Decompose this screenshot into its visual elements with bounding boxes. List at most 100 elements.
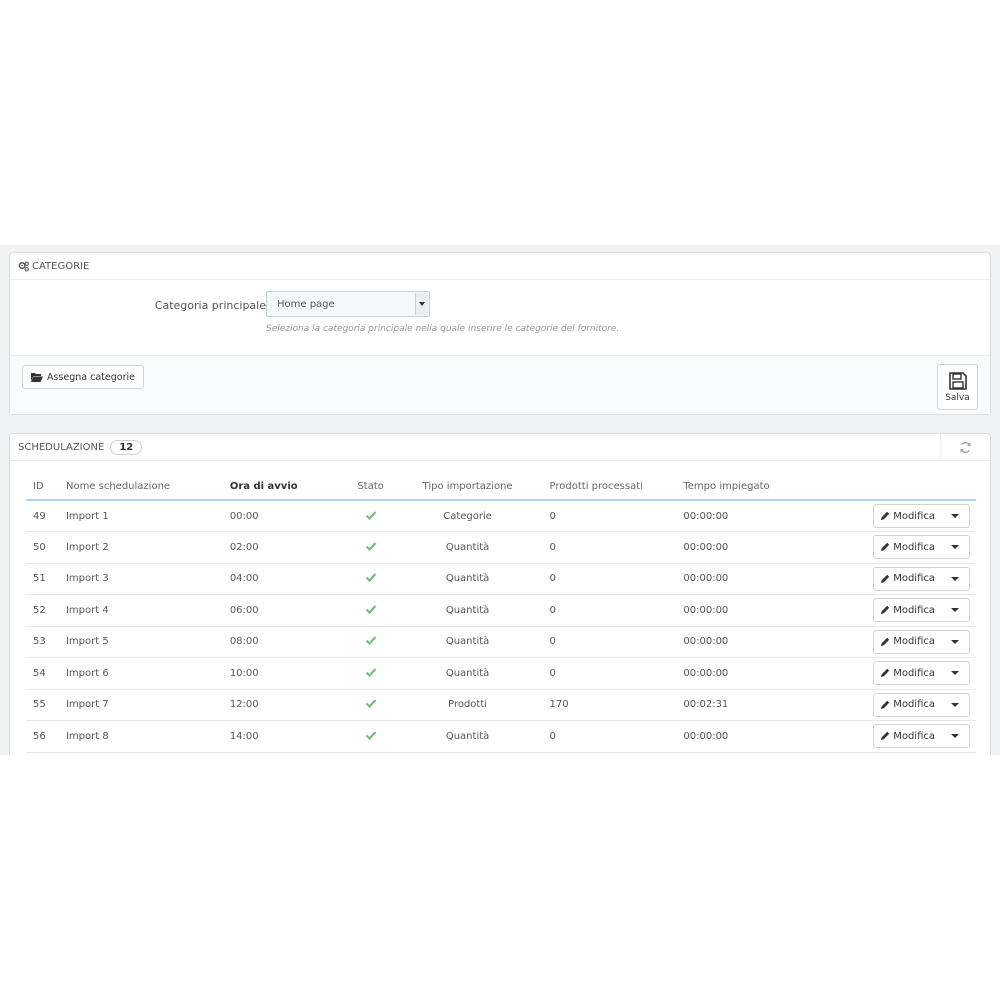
main-category-label: Categoria principale — [154, 299, 266, 312]
edit-dropdown-toggle[interactable] — [941, 568, 969, 590]
edit-button-group: Modifica — [873, 629, 970, 654]
check-icon[interactable] — [365, 666, 377, 678]
row-start-time: 00:00 — [229, 500, 340, 532]
row-processed: 0 — [533, 626, 684, 658]
categories-panel-title: CATEGORIE — [32, 260, 90, 272]
table-row[interactable]: 49 Import 1 00:00 Categorie 0 00:00:00 M… — [26, 500, 976, 532]
row-processed: 0 — [533, 563, 684, 595]
refresh-button[interactable] — [940, 434, 990, 461]
row-import-type: Prodotti — [401, 689, 534, 721]
save-button[interactable]: Salva — [937, 364, 978, 410]
row-start-time: 02:00 — [229, 531, 340, 564]
row-import-type: Quantità — [401, 531, 534, 564]
row-actions: Modifica — [873, 594, 976, 627]
schedule-panel-heading: SCHEDULAZIONE 12 — [10, 434, 990, 461]
row-id: 56 — [26, 720, 66, 753]
row-name: Import 6 — [65, 657, 230, 690]
row-processed: 170 — [533, 689, 684, 721]
col-id[interactable]: ID — [26, 474, 66, 501]
assign-categories-button[interactable]: Assegna categorie — [22, 365, 144, 389]
table-row[interactable]: 56 Import 8 14:00 Quantità 0 00:00:00 Mo… — [26, 720, 976, 753]
check-icon[interactable] — [365, 697, 377, 709]
row-id: 51 — [26, 563, 66, 595]
row-id: 50 — [26, 531, 66, 564]
col-import-type[interactable]: Tipo importazione — [401, 474, 534, 501]
row-name: Import 5 — [65, 626, 230, 658]
check-icon[interactable] — [365, 571, 377, 583]
row-actions: Modifica — [873, 563, 976, 595]
table-row[interactable]: 55 Import 7 12:00 Prodotti 170 00:02:31 … — [26, 689, 976, 721]
col-status[interactable]: Stato — [339, 474, 402, 501]
edit-button[interactable]: Modifica — [874, 725, 941, 747]
edit-button-group: Modifica — [873, 724, 970, 749]
edit-label: Modifica — [893, 604, 935, 616]
edit-dropdown-toggle[interactable] — [941, 631, 969, 653]
table-row[interactable]: 52 Import 4 06:00 Quantità 0 00:00:00 Mo… — [26, 594, 976, 627]
row-name: Import 2 — [65, 531, 230, 564]
edit-button[interactable]: Modifica — [874, 568, 941, 590]
edit-dropdown-toggle[interactable] — [941, 694, 969, 716]
edit-button[interactable]: Modifica — [874, 599, 941, 621]
row-elapsed: 00:00:00 — [683, 563, 874, 595]
edit-button[interactable]: Modifica — [874, 662, 941, 684]
edit-button[interactable]: Modifica — [874, 631, 941, 653]
edit-button[interactable]: Modifica — [874, 694, 941, 716]
row-elapsed: 00:00:00 — [683, 720, 874, 753]
row-status — [339, 531, 402, 564]
main-category-help: Seleziona la categoria principale nella … — [266, 324, 620, 334]
edit-dropdown-toggle[interactable] — [941, 599, 969, 621]
check-icon[interactable] — [365, 634, 377, 646]
row-name: Import 8 — [65, 720, 230, 753]
table-row[interactable]: 54 Import 6 10:00 Quantità 0 00:00:00 Mo… — [26, 657, 976, 690]
table-header-row: ID Nome schedulazione Ora di avvio Stato… — [26, 474, 976, 501]
edit-dropdown-toggle[interactable] — [941, 662, 969, 684]
edit-label: Modifica — [893, 541, 935, 553]
table-row[interactable]: 50 Import 2 02:00 Quantità 0 00:00:00 Mo… — [26, 531, 976, 564]
categories-panel: CATEGORIE Categoria principale Home page… — [9, 252, 991, 415]
edit-dropdown-toggle[interactable] — [941, 536, 969, 558]
main-category-value: Home page — [277, 299, 335, 310]
row-id: 54 — [26, 657, 66, 690]
pencil-icon — [881, 606, 890, 615]
row-status — [339, 626, 402, 658]
row-import-type: Quantità — [401, 594, 534, 627]
row-elapsed: 00:00:00 — [683, 531, 874, 564]
edit-label: Modifica — [893, 573, 935, 585]
row-actions: Modifica — [873, 720, 976, 753]
row-processed: 0 — [533, 531, 684, 564]
row-elapsed: 00:00:00 — [683, 626, 874, 658]
check-icon[interactable] — [365, 509, 377, 521]
row-status — [339, 500, 402, 532]
edit-dropdown-toggle[interactable] — [941, 725, 969, 747]
pencil-icon — [881, 511, 890, 520]
table-row[interactable]: 51 Import 3 04:00 Quantità 0 00:00:00 Mo… — [26, 563, 976, 595]
save-icon — [948, 372, 967, 390]
edit-dropdown-toggle[interactable] — [941, 505, 969, 527]
check-icon[interactable] — [365, 729, 377, 741]
col-start-time[interactable]: Ora di avvio — [229, 474, 340, 501]
check-icon[interactable] — [365, 603, 377, 615]
row-start-time: 06:00 — [229, 594, 340, 627]
categories-panel-heading: CATEGORIE — [10, 253, 990, 280]
row-elapsed: 00:00:00 — [683, 657, 874, 690]
row-elapsed: 00:00:00 — [683, 594, 874, 627]
folder-open-icon — [31, 373, 43, 382]
check-icon[interactable] — [365, 540, 377, 552]
edit-button[interactable]: Modifica — [874, 505, 941, 527]
save-label: Salva — [945, 393, 970, 403]
page-canvas: CATEGORIE Categoria principale Home page… — [0, 0, 1000, 1000]
row-elapsed: 00:02:31 — [683, 689, 874, 721]
row-import-type: Quantità — [401, 626, 534, 658]
col-actions — [873, 474, 976, 501]
col-name[interactable]: Nome schedulazione — [65, 474, 230, 501]
main-category-select[interactable]: Home page — [266, 291, 430, 317]
col-elapsed[interactable]: Tempo impiegato — [683, 474, 874, 501]
edit-button[interactable]: Modifica — [874, 536, 941, 558]
table-row[interactable]: 53 Import 5 08:00 Quantità 0 00:00:00 Mo… — [26, 626, 976, 658]
row-id: 52 — [26, 594, 66, 627]
row-start-time: 12:00 — [229, 689, 340, 721]
row-actions: Modifica — [873, 689, 976, 721]
chevron-down-icon — [415, 293, 428, 315]
col-processed[interactable]: Prodotti processati — [533, 474, 684, 501]
row-start-time: 10:00 — [229, 657, 340, 690]
